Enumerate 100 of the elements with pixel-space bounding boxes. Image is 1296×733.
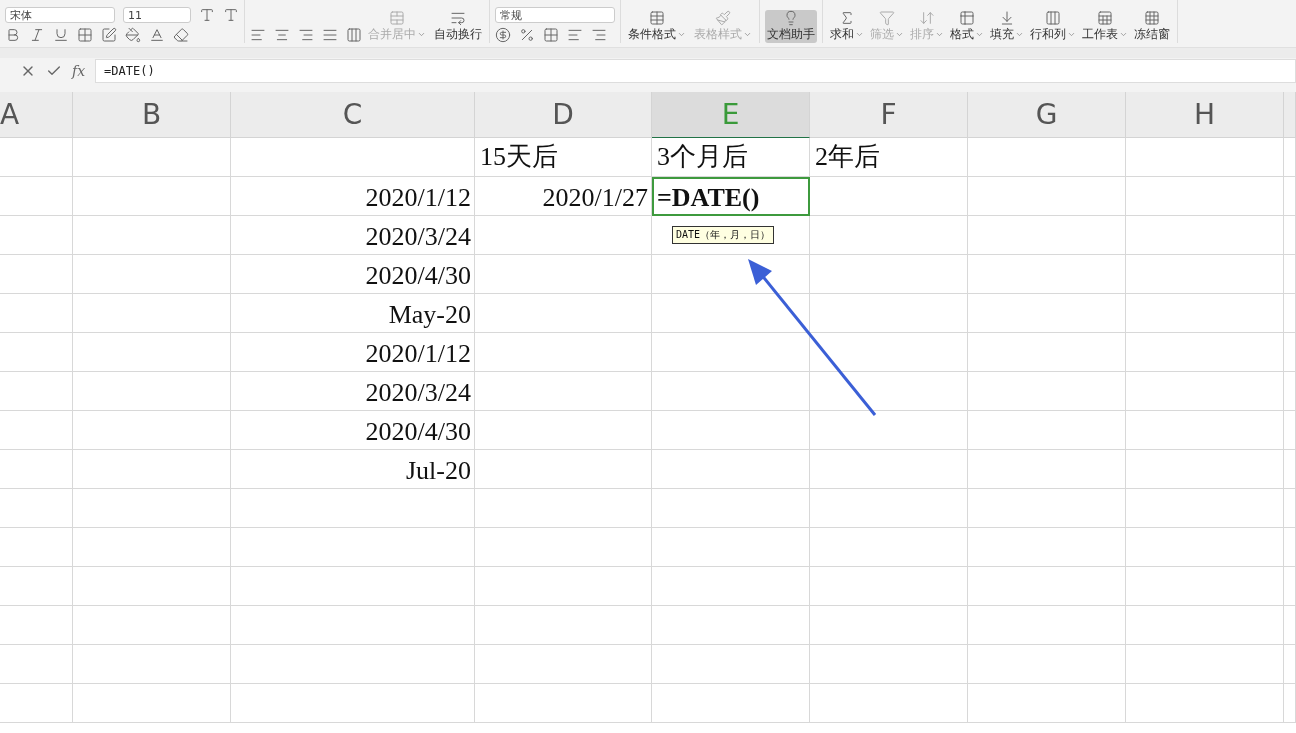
empty-cell[interactable]	[231, 567, 475, 606]
empty-cell[interactable]	[1126, 138, 1284, 177]
ribbon-button[interactable]: 文档助手	[765, 10, 817, 43]
column-header[interactable]: F	[810, 92, 968, 138]
empty-cell[interactable]	[1126, 606, 1284, 645]
empty-cell[interactable]	[1126, 567, 1284, 606]
empty-cell[interactable]	[810, 489, 968, 528]
empty-cell[interactable]	[810, 567, 968, 606]
align-center-icon[interactable]	[274, 27, 290, 43]
empty-cell[interactable]	[0, 489, 73, 528]
underline-icon[interactable]	[53, 27, 69, 43]
empty-cell[interactable]	[652, 606, 810, 645]
ribbon-button[interactable]: 行和列	[1028, 10, 1078, 43]
empty-cell[interactable]	[810, 294, 968, 333]
empty-cell[interactable]	[1126, 255, 1284, 294]
empty-cell[interactable]	[0, 255, 73, 294]
empty-cell[interactable]	[810, 645, 968, 684]
empty-cell[interactable]	[1284, 606, 1296, 645]
empty-cell[interactable]	[1284, 489, 1296, 528]
ribbon-button[interactable]: 工作表	[1080, 10, 1130, 43]
empty-cell[interactable]	[968, 528, 1126, 567]
font-shrink-icon[interactable]	[223, 7, 239, 23]
empty-cell[interactable]	[475, 372, 652, 411]
ribbon-button[interactable]: 冻结窗	[1132, 10, 1172, 43]
empty-cell[interactable]	[1126, 684, 1284, 723]
empty-cell[interactable]	[73, 450, 231, 489]
empty-cell[interactable]	[73, 177, 231, 216]
empty-cell[interactable]	[475, 333, 652, 372]
empty-cell[interactable]	[1284, 450, 1296, 489]
empty-cell[interactable]	[231, 528, 475, 567]
empty-cell[interactable]	[652, 294, 810, 333]
sigma-icon[interactable]	[839, 10, 855, 26]
empty-cell[interactable]	[810, 333, 968, 372]
empty-cell[interactable]	[1284, 411, 1296, 450]
ribbon-button[interactable]: 条件格式	[626, 10, 688, 43]
empty-cell[interactable]	[652, 645, 810, 684]
empty-cell[interactable]	[475, 489, 652, 528]
empty-cell[interactable]	[1126, 216, 1284, 255]
empty-cell[interactable]	[810, 177, 968, 216]
empty-cell[interactable]	[73, 489, 231, 528]
empty-cell[interactable]	[1284, 645, 1296, 684]
ribbon-button[interactable]: 求和	[828, 10, 866, 43]
empty-cell[interactable]	[475, 411, 652, 450]
empty-cell[interactable]	[968, 645, 1126, 684]
empty-cell[interactable]	[73, 294, 231, 333]
empty-cell[interactable]	[73, 255, 231, 294]
empty-cell[interactable]	[475, 216, 652, 255]
ribbon-button[interactable]: 自动换行	[432, 10, 484, 43]
font-size-field[interactable]: 11	[123, 7, 191, 23]
empty-cell[interactable]	[73, 567, 231, 606]
fill-color-icon[interactable]	[125, 27, 141, 43]
empty-cell[interactable]	[0, 606, 73, 645]
empty-cell[interactable]	[968, 177, 1126, 216]
empty-cell[interactable]	[1284, 216, 1296, 255]
empty-cell[interactable]	[475, 645, 652, 684]
percent-icon[interactable]	[519, 27, 535, 43]
empty-cell[interactable]	[73, 684, 231, 723]
empty-cell[interactable]	[231, 138, 475, 177]
empty-cell[interactable]	[0, 216, 73, 255]
empty-cell[interactable]	[968, 372, 1126, 411]
empty-cell[interactable]	[1126, 294, 1284, 333]
grid-icon[interactable]	[1144, 10, 1160, 26]
empty-cell[interactable]	[1284, 294, 1296, 333]
empty-cell[interactable]	[231, 684, 475, 723]
empty-cell[interactable]	[968, 450, 1126, 489]
empty-cell[interactable]	[968, 489, 1126, 528]
empty-cell[interactable]	[1126, 177, 1284, 216]
empty-cell[interactable]	[652, 489, 810, 528]
font-field[interactable]: 宋体	[5, 7, 115, 23]
empty-cell[interactable]	[73, 372, 231, 411]
empty-cell[interactable]	[968, 684, 1126, 723]
empty-cell[interactable]	[652, 450, 810, 489]
empty-cell[interactable]	[0, 684, 73, 723]
empty-cell[interactable]	[0, 333, 73, 372]
empty-cell[interactable]	[0, 567, 73, 606]
number-format-field[interactable]: 常规	[495, 7, 615, 23]
empty-cell[interactable]	[1126, 528, 1284, 567]
empty-cell[interactable]	[73, 216, 231, 255]
wrap-text-icon[interactable]	[450, 10, 466, 26]
empty-cell[interactable]	[810, 684, 968, 723]
lightbulb-icon[interactable]	[783, 10, 799, 26]
empty-cell[interactable]	[231, 489, 475, 528]
empty-cell[interactable]	[0, 411, 73, 450]
empty-cell[interactable]	[475, 684, 652, 723]
empty-cell[interactable]	[968, 255, 1126, 294]
empty-cell[interactable]	[810, 216, 968, 255]
italic-icon[interactable]	[29, 27, 45, 43]
empty-cell[interactable]	[475, 255, 652, 294]
column-header[interactable]: H	[1126, 92, 1284, 138]
table-icon[interactable]	[649, 10, 665, 26]
justify-icon[interactable]	[322, 27, 338, 43]
empty-cell[interactable]	[810, 411, 968, 450]
bold-icon[interactable]	[5, 27, 21, 43]
empty-cell[interactable]	[475, 567, 652, 606]
empty-cell[interactable]	[73, 528, 231, 567]
border-icon[interactable]	[77, 27, 93, 43]
sheet-icon[interactable]	[1097, 10, 1113, 26]
empty-cell[interactable]	[475, 528, 652, 567]
column-header[interactable]: C	[231, 92, 475, 138]
empty-cell[interactable]	[73, 333, 231, 372]
